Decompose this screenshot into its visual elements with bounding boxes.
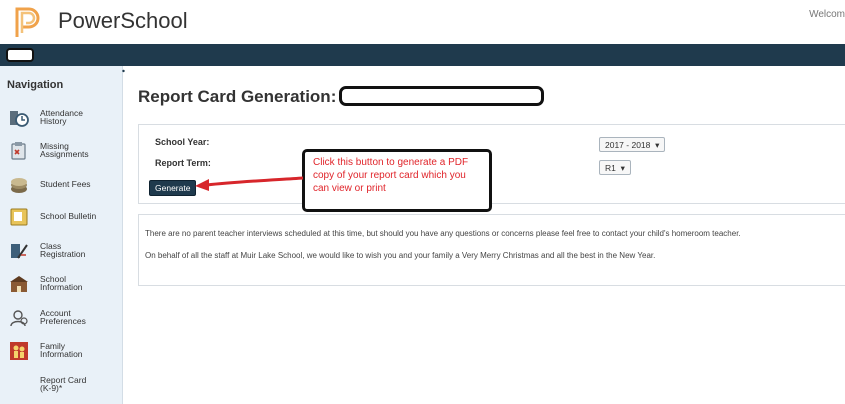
sidebar-item-label: Registration [40, 249, 86, 259]
sidebar-item-label: History [40, 116, 67, 126]
sidebar-item-school-bulletin[interactable]: School Bulletin [0, 202, 123, 232]
coins-icon [11, 178, 27, 193]
sidebar-item-label: School Bulletin [40, 211, 97, 221]
sidebar-item-school-information[interactable]: School Information [0, 269, 123, 299]
page-title: Report Card Generation: [138, 87, 337, 106]
top-nav-bar [0, 44, 845, 66]
registration-icon [11, 244, 28, 259]
chevron-down-icon: ▾ [618, 163, 625, 173]
sidebar-title: Navigation [7, 79, 64, 91]
sidebar-item-label: Information [40, 282, 83, 292]
generate-button[interactable]: Generate [149, 180, 197, 196]
messages-panel: There are no parent teacher interviews s… [138, 214, 845, 286]
report-term-value: R1 [605, 163, 616, 173]
message-text: On behalf of all the staff at Muir Lake … [145, 251, 656, 260]
sidebar-item-attendance-history[interactable]: Attendance History [0, 103, 123, 133]
school-year-value: 2017 - 2018 [605, 140, 651, 150]
main-content: Report Card Generation: School Year: 201… [128, 66, 845, 404]
report-term-label: Report Term: [155, 158, 211, 168]
redaction-box [339, 86, 544, 106]
school-icon [10, 276, 28, 292]
clock-icon [10, 111, 29, 127]
sidebar-item-report-card[interactable]: Report Card (K-9)* [0, 370, 123, 400]
sidebar-item-label: Information [40, 349, 83, 359]
school-year-select[interactable]: 2017 - 2018 ▾ [599, 137, 666, 152]
annotation-callout: Click this button to generate a PDF copy… [302, 149, 492, 212]
redaction-box [6, 48, 34, 62]
clipboard-icon [11, 142, 26, 160]
sidebar-item-label: Assignments [40, 149, 89, 159]
powerschool-logo-icon [15, 7, 40, 37]
sidebar-item-label: (K-9)* [40, 383, 63, 393]
brand-name: PowerSchool [58, 8, 188, 33]
school-year-label: School Year: [155, 137, 210, 147]
annotation-arrow-icon [195, 176, 304, 191]
bulletin-icon [10, 208, 28, 226]
account-icon [10, 310, 28, 327]
sidebar-item-label: Student Fees [40, 179, 91, 189]
sidebar-collapse-handle[interactable] [121, 60, 126, 74]
sidebar: Navigation Attendance History Missing As… [0, 66, 123, 404]
welcome-text: Welcom [809, 9, 845, 20]
header: PowerSchool Welcom [0, 0, 845, 44]
sidebar-item-student-fees[interactable]: Student Fees [0, 170, 123, 200]
sidebar-item-family-information[interactable]: Family Information [0, 336, 123, 366]
sidebar-item-class-registration[interactable]: Class Registration [0, 236, 123, 266]
message-text: There are no parent teacher interviews s… [145, 229, 741, 238]
sidebar-item-account-preferences[interactable]: Account Preferences [0, 303, 123, 333]
report-term-select[interactable]: R1 ▾ [599, 160, 631, 175]
sidebar-item-label: Preferences [40, 316, 86, 326]
chevron-down-icon: ▾ [652, 140, 660, 150]
family-icon [10, 342, 28, 360]
sidebar-item-missing-assignments[interactable]: Missing Assignments [0, 136, 123, 166]
